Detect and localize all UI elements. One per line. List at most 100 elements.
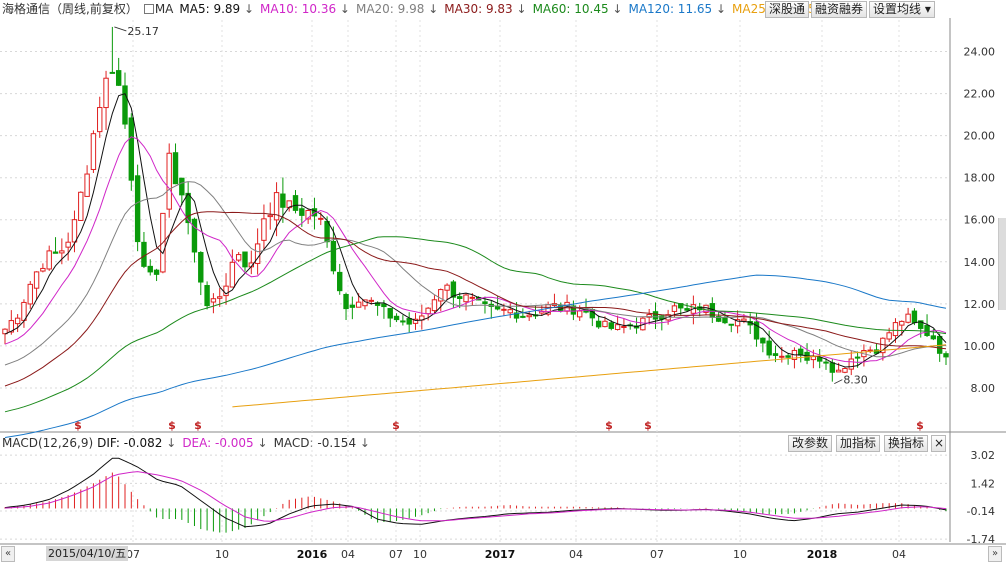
macd-y-tick-label: 1.42 — [971, 477, 996, 490]
candle-body — [526, 314, 532, 318]
candle-body — [463, 294, 469, 303]
candle-body — [930, 335, 937, 340]
candle-body — [892, 322, 899, 337]
event-marker: $ — [644, 419, 652, 432]
candle-body — [141, 241, 147, 267]
high-annotation-label: 25.17 — [127, 25, 159, 38]
candle-body — [349, 304, 356, 308]
candle-body — [242, 251, 248, 268]
candle-body — [482, 301, 488, 305]
candle-body — [829, 362, 836, 373]
candle-body — [785, 355, 791, 358]
candle-body — [671, 305, 678, 312]
time-axis-label: 07 — [389, 548, 403, 561]
time-axis-label: 04 — [341, 548, 355, 561]
ma250-line — [232, 344, 947, 408]
price-y-tick-label: 18.00 — [964, 172, 996, 185]
time-axis-label: 2017 — [485, 548, 516, 561]
side-scroll-handle[interactable] — [998, 218, 1006, 310]
candle-body — [911, 310, 918, 324]
candle-body — [355, 301, 362, 308]
candle-body — [444, 284, 450, 291]
price-y-tick-label: 12.00 — [964, 298, 996, 311]
time-axis-label: 04 — [569, 548, 583, 561]
time-axis-label: 10 — [733, 548, 747, 561]
candle-body — [779, 355, 785, 358]
candle-body — [393, 315, 400, 321]
candle-body — [772, 353, 779, 356]
price-y-tick-label: 24.00 — [964, 46, 996, 59]
event-marker: $ — [916, 419, 924, 432]
candle-body — [608, 322, 614, 329]
candle-body — [299, 208, 305, 216]
candle-body — [943, 353, 949, 358]
candle-body — [368, 299, 374, 302]
candle-body — [741, 318, 747, 322]
price-y-tick-label: 10.00 — [964, 340, 996, 353]
event-marker: $ — [194, 419, 202, 432]
candle-body — [52, 251, 59, 254]
price-y-tick-label: 22.00 — [964, 88, 996, 101]
candle-body — [425, 307, 431, 315]
candle-body — [153, 269, 160, 275]
candle-body — [261, 218, 267, 241]
candle-body — [191, 218, 198, 253]
low-annotation-leader — [834, 379, 843, 384]
candle-body — [337, 271, 343, 292]
candle-body — [198, 252, 204, 283]
candle-body — [450, 281, 457, 298]
candle-body — [324, 220, 330, 243]
candle-body — [33, 271, 40, 289]
candle-body — [614, 324, 621, 330]
candle-body — [494, 305, 501, 310]
candle-body — [109, 71, 116, 74]
candle-body — [722, 317, 728, 324]
candle-body — [431, 299, 438, 312]
time-axis-label: 2016 — [297, 548, 328, 561]
candle-body — [128, 117, 135, 181]
candle-body — [210, 298, 217, 303]
time-axis-label: 10 — [413, 548, 427, 561]
high-annotation-leader — [114, 26, 127, 32]
candle-body — [46, 250, 52, 270]
time-axis-label: 2018 — [807, 548, 838, 561]
event-marker: $ — [168, 419, 176, 432]
candle-body — [798, 348, 804, 356]
candle-body — [469, 296, 476, 299]
candle-body — [172, 152, 179, 185]
low-annotation-label: 8.30 — [843, 374, 868, 387]
candle-body — [810, 356, 817, 361]
candle-body — [84, 173, 90, 197]
candle-body — [179, 177, 185, 196]
candle-body — [40, 267, 46, 272]
price-y-tick-label: 14.00 — [964, 256, 996, 269]
candle-body — [760, 337, 766, 344]
candle-body — [59, 250, 65, 254]
candle-body — [835, 369, 842, 373]
candle-body — [97, 107, 103, 133]
candle-body — [204, 285, 210, 307]
candle-body — [457, 296, 463, 299]
candle-body — [520, 315, 526, 318]
scroll-left-button[interactable]: « — [1, 546, 15, 562]
time-axis-label: 10 — [215, 548, 229, 561]
candle-body — [147, 265, 153, 273]
candle-body — [577, 310, 583, 318]
price-y-tick-label: 16.00 — [964, 214, 996, 227]
candle-body — [217, 296, 223, 299]
candle-body — [766, 340, 772, 356]
candle-body — [652, 311, 659, 320]
cursor-date-label: 2015/04/10/五 — [46, 546, 129, 561]
candle-body — [330, 240, 337, 272]
time-axis-label: 07 — [650, 548, 664, 561]
candle-body — [848, 358, 854, 370]
candle-body — [621, 325, 627, 328]
candle-body — [14, 317, 21, 325]
event-marker: $ — [605, 419, 613, 432]
ma5-line — [4, 93, 947, 368]
candle-body — [229, 261, 236, 288]
candle-body — [27, 283, 33, 305]
scroll-right-button[interactable]: » — [988, 546, 1002, 562]
candle-body — [854, 356, 861, 359]
ma20-line — [4, 181, 947, 366]
